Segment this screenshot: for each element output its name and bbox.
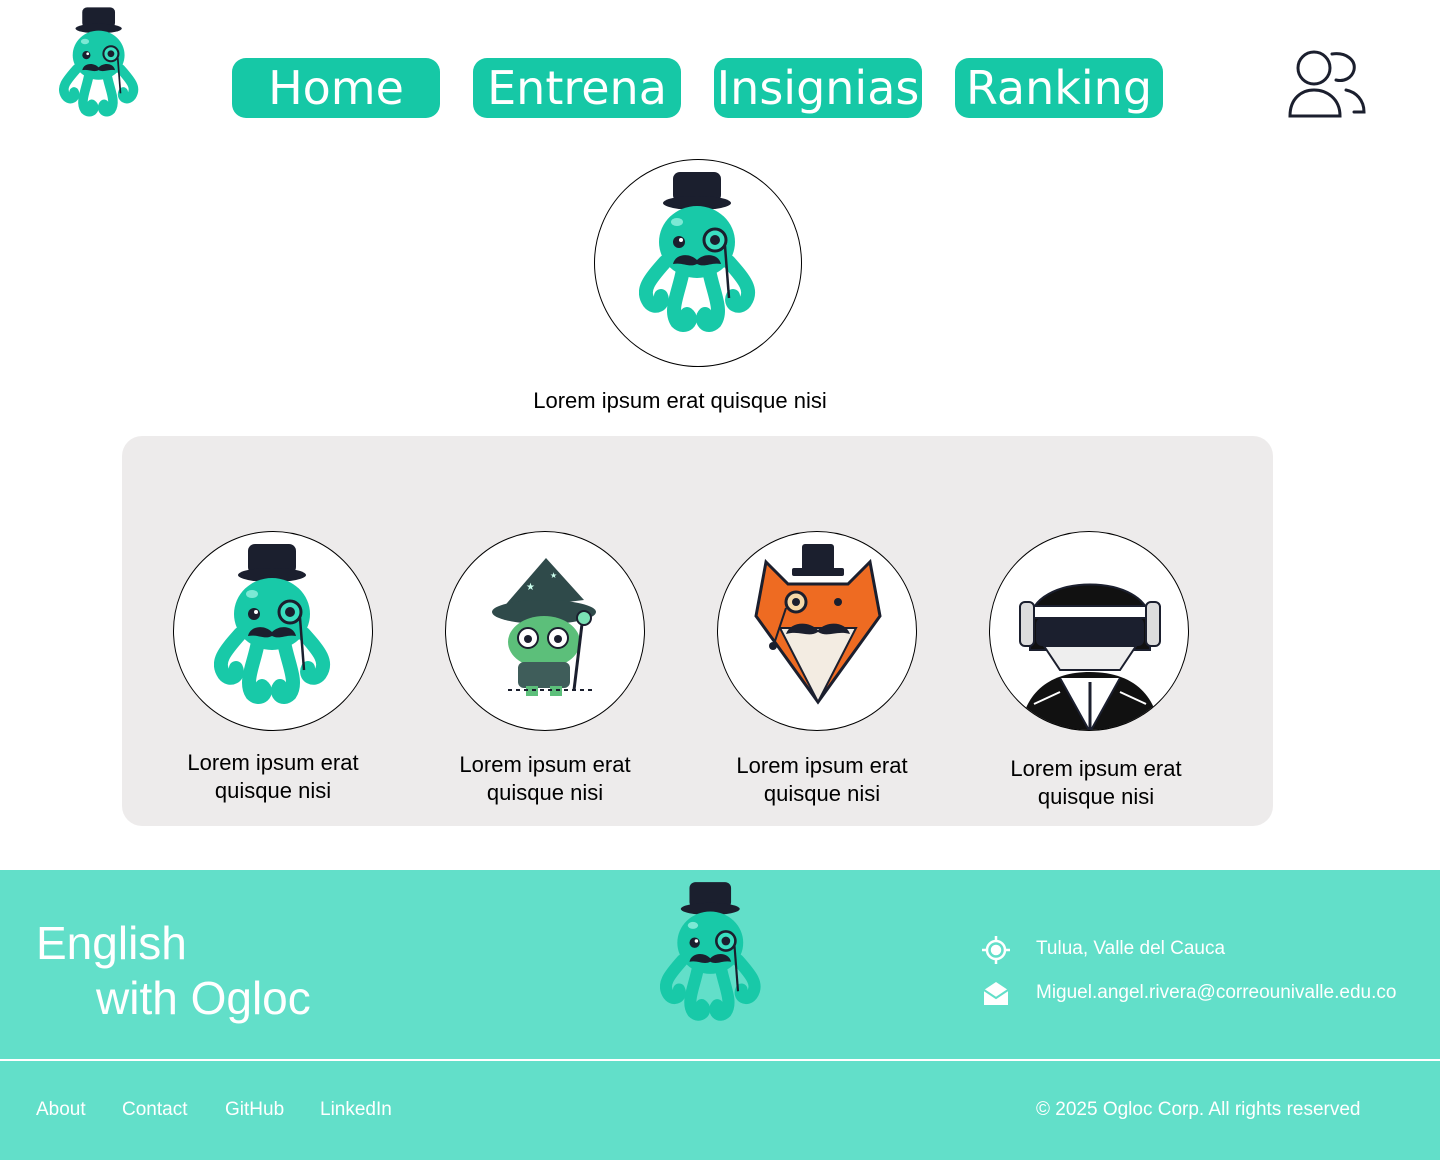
badge-helmet-robot-icon[interactable] — [989, 531, 1189, 731]
badge-label: Lorem ipsum erat quisque nisi — [1010, 756, 1182, 809]
nav-home-button[interactable]: Home — [232, 58, 440, 118]
profile-name: Lorem ipsum erat quisque nisi — [533, 388, 827, 413]
badge-label: Lorem ipsum erat quisque nisi — [459, 752, 631, 805]
logo[interactable] — [58, 6, 142, 122]
footer-link-contact[interactable]: Contact — [122, 1098, 187, 1122]
footer-logo — [660, 880, 764, 1028]
nav-entrena-button[interactable]: Entrena — [473, 58, 681, 118]
badge-frog-wizard-icon[interactable]: ★ ★ — [445, 531, 645, 731]
footer-link-linkedin[interactable]: LinkedIn — [320, 1098, 392, 1122]
badge-octopus-icon[interactable] — [173, 531, 373, 731]
footer-link-about[interactable]: About — [36, 1098, 86, 1122]
nav-ranking-button[interactable]: Ranking — [955, 58, 1163, 118]
email-icon — [981, 979, 1011, 1009]
location-text: Tulua, Valle del Cauca — [1036, 938, 1226, 959]
nav-insignias-button[interactable]: Insignias — [714, 58, 922, 118]
badges-panel: Lorem ipsum erat quisque nisi ★ ★ Lorem i… — [122, 436, 1273, 826]
copyright-text: © 2025 Ogloc Corp. All rights reserved — [1036, 1099, 1361, 1120]
email-link[interactable]: Miguel.angel.rivera@correounivalle.edu.c… — [1036, 981, 1396, 1005]
location-icon — [981, 935, 1011, 965]
users-icon[interactable] — [1284, 46, 1368, 122]
badge-label: Lorem ipsum erat quisque nisi — [736, 753, 908, 806]
footer-brand-line2: with Ogloc — [96, 972, 311, 1024]
footer-link-github[interactable]: GitHub — [225, 1098, 284, 1122]
badge-fox-gentleman-icon[interactable] — [717, 531, 917, 731]
svg-text:★: ★ — [550, 571, 557, 580]
profile-avatar[interactable] — [594, 159, 802, 367]
badge-label: Lorem ipsum erat quisque nisi — [187, 750, 359, 803]
footer-brand-line1: English — [36, 917, 187, 969]
svg-text:★: ★ — [526, 582, 535, 593]
